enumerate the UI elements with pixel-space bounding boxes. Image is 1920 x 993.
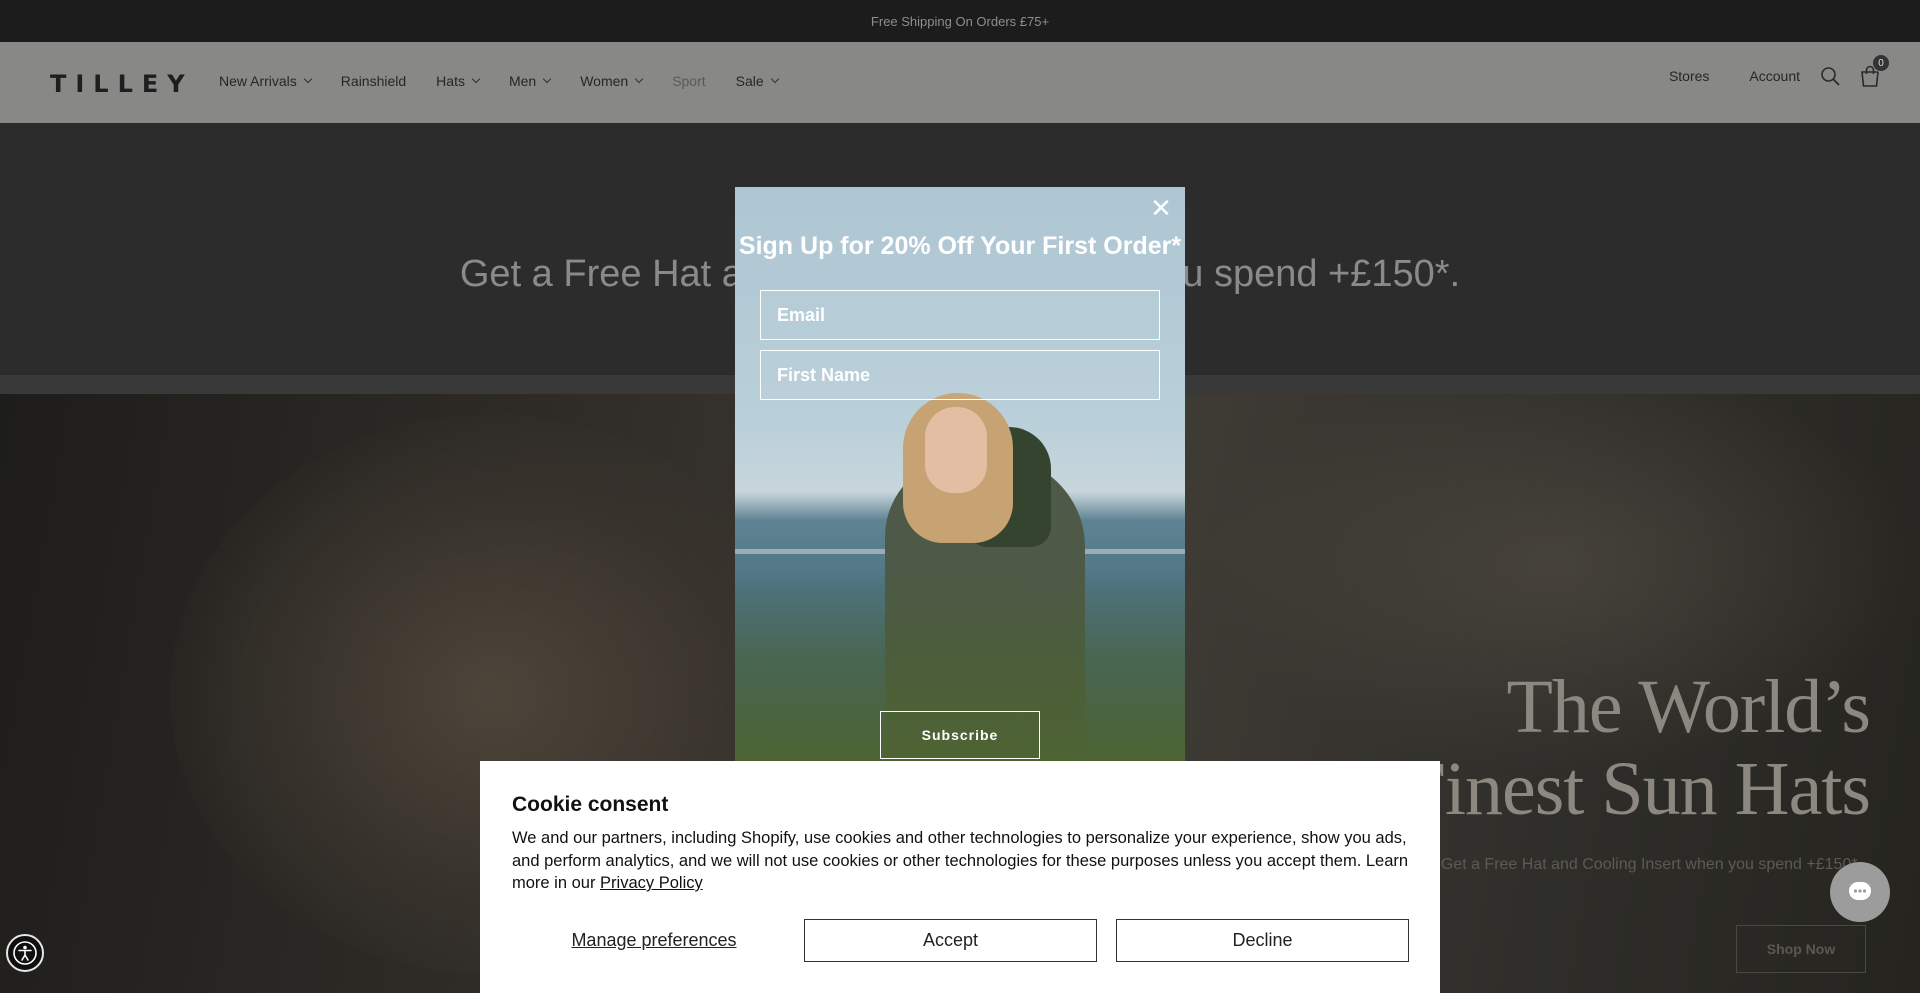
chevron-down-icon: [634, 74, 644, 84]
cart-count-badge: 0: [1872, 54, 1890, 72]
nav-item-men[interactable]: Men: [508, 73, 552, 89]
cookie-title: Cookie consent: [512, 793, 669, 816]
nav-item-label: New Arrivals: [219, 73, 297, 89]
nav-item-label: Hats: [436, 73, 465, 89]
cookie-body: We and our partners, including Shopify, …: [512, 827, 1412, 895]
cookie-consent-banner: Cookie consent We and our partners, incl…: [480, 761, 1440, 993]
chevron-down-icon: [770, 74, 779, 84]
accept-button[interactable]: Accept: [804, 919, 1097, 962]
announcement-text: Free Shipping On Orders £75+: [870, 13, 1050, 29]
hero-title-line2: Finest Sun Hats: [1403, 747, 1871, 831]
nav-item-label: Women: [580, 73, 629, 89]
site-logo[interactable]: TILLEY: [50, 70, 194, 98]
nav-item-label: Rainshield: [340, 73, 407, 89]
email-field[interactable]: [760, 290, 1160, 340]
nav-item-label: Sport: [672, 73, 706, 89]
nav-item-sale[interactable]: Sale: [735, 73, 779, 89]
hero-subtitle: Get a Free Hat and Cooling Insert when y…: [1440, 856, 1862, 873]
chevron-down-icon: [471, 74, 481, 84]
manage-preferences-button[interactable]: Manage preferences: [512, 919, 796, 962]
search-icon[interactable]: [1820, 66, 1840, 86]
nav-item-label: Sale: [735, 73, 764, 89]
hero-title: The World’s Finest Sun Hats: [1403, 665, 1871, 831]
site-header: TILLEY New Arrivals Rainshield Hats Men …: [0, 42, 1920, 123]
decline-button[interactable]: Decline: [1116, 919, 1409, 962]
nav-item-new-arrivals[interactable]: New Arrivals: [219, 73, 313, 89]
modal-image-face: [925, 407, 987, 493]
cart-button[interactable]: 0: [1858, 54, 1890, 88]
accessibility-button[interactable]: [6, 934, 44, 972]
announcement-bar: Free Shipping On Orders £75+: [0, 0, 1920, 42]
hero-title-line1: The World’s: [1506, 665, 1871, 749]
nav-item-sport[interactable]: Sport: [672, 73, 705, 89]
nav-item-rainshield[interactable]: Rainshield: [341, 73, 406, 89]
header-actions: Stores Account 0: [1669, 54, 1890, 88]
main-nav: New Arrivals Rainshield Hats Men Women S…: [219, 73, 808, 89]
account-link[interactable]: Account: [1749, 68, 1800, 84]
nav-item-women[interactable]: Women: [580, 73, 644, 89]
stores-link[interactable]: Stores: [1669, 68, 1709, 84]
signup-modal: ✕ Sign Up for 20% Off Your First Order* …: [735, 187, 1185, 762]
chevron-down-icon: [303, 74, 313, 84]
subscribe-button[interactable]: Subscribe: [880, 711, 1040, 759]
nav-item-label: Men: [508, 73, 537, 89]
chat-button[interactable]: [1830, 862, 1890, 922]
privacy-policy-link[interactable]: Privacy Policy: [600, 874, 703, 892]
chat-icon: [1849, 882, 1871, 900]
modal-title: Sign Up for 20% Off Your First Order*: [738, 232, 1182, 260]
accessibility-icon: [13, 941, 37, 965]
first-name-field[interactable]: [760, 350, 1160, 400]
close-icon[interactable]: ✕: [1149, 195, 1173, 221]
nav-item-hats[interactable]: Hats: [436, 73, 481, 89]
chevron-down-icon: [542, 74, 552, 84]
shop-now-button[interactable]: Shop Now: [1736, 925, 1866, 973]
